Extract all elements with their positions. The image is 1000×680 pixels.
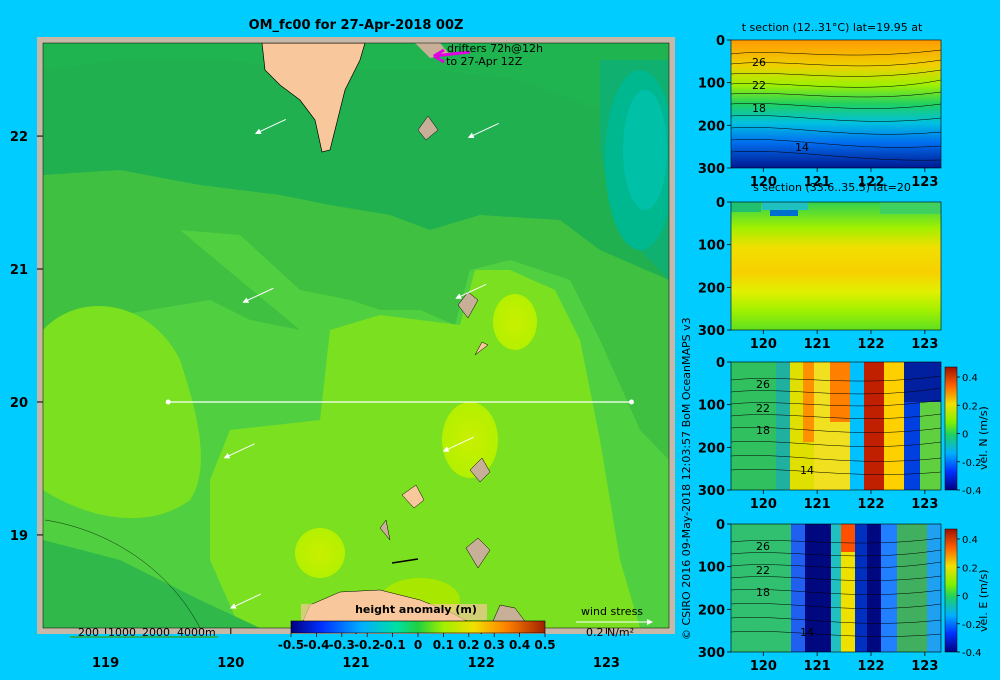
section-y-tick-label: 200 (698, 441, 725, 456)
e-contour-18: 18 (756, 586, 770, 599)
colorbar-tick-label: 0 (414, 638, 422, 652)
depth-2000: 2000 (142, 626, 170, 639)
section-x-tick-label: 123 (911, 497, 938, 512)
vel-e-label: vel. E (m/s) (977, 569, 990, 632)
section-y-tick-label: 300 (698, 646, 725, 661)
section-x-tick-label: 122 (857, 337, 884, 352)
t-section-panel: t section (12..31°C) lat=19.95 at 26 22 … (698, 21, 942, 190)
map-y-tick-label: 21 (10, 263, 28, 278)
section-x-tick-label: 120 (750, 659, 777, 674)
section-x-tick-label: 120 (750, 497, 777, 512)
t-contour-18: 18 (752, 102, 766, 115)
drifters-line1: drifters 72h@12h (447, 42, 543, 55)
section-x-tick-label: 121 (804, 659, 831, 674)
section-x-tick-label: 122 (857, 659, 884, 674)
section-x-tick-label: 123 (911, 337, 938, 352)
section-x-tick-label: 120 (750, 337, 777, 352)
credit-text: © CSIRO 2016 09-May-2018 12:03:57 BoM Oc… (680, 317, 693, 640)
colorbar-tick-label: -0.2 (354, 638, 380, 652)
wind-stress-scale: 0.2 N/m² (586, 626, 634, 639)
colorbar-tick-label: 0.5 (534, 638, 555, 652)
colorbar-label: height anomaly (m) (355, 603, 477, 616)
depth-1000: 1000 (108, 626, 136, 639)
section-y-tick-label: 0 (716, 356, 725, 371)
t-section-title: t section (12..31°C) lat=19.95 at (742, 21, 923, 34)
map-x-tick-label: 119 (92, 656, 119, 671)
section-y-tick-label: 100 (698, 77, 725, 92)
map-x-tick-label: 120 (217, 656, 244, 671)
vbar-tick-label: 0.4 (962, 535, 978, 546)
vbar-tick-label: -0.4 (962, 648, 982, 659)
map-y-tick-label: 19 (10, 529, 28, 544)
depth-legend: 200 1000 2000 4000m (70, 626, 218, 639)
section-y-tick-label: 100 (698, 561, 725, 576)
vel-n-label: vel. N (m/s) (977, 406, 990, 470)
colorbar-tick-label: -0.4 (303, 638, 329, 652)
vbar-tick-label: -0.4 (962, 486, 982, 497)
n-contour-14: 14 (800, 464, 814, 477)
vbar-tick-label: 0.4 (962, 373, 978, 384)
e-contour-26: 26 (756, 540, 770, 553)
n-contour-26: 26 (756, 378, 770, 391)
section-x-tick-label: 123 (911, 175, 938, 190)
section-y-tick-label: 100 (698, 399, 725, 414)
main-title: OM_fc00 for 27-Apr-2018 00Z (249, 18, 464, 33)
colorbar-tick-label: 0.2 (458, 638, 479, 652)
colorbar-tick-label: -0.1 (379, 638, 405, 652)
section-y-tick-label: 300 (698, 484, 725, 499)
section-x-tick-label: 122 (857, 497, 884, 512)
vel-n-panel: 26 22 18 14 120 121 122 123 0 100 200 300 0.4 0.… (698, 356, 990, 512)
colorbar-tick-label: 0.4 (509, 638, 530, 652)
map-x-tick-label: 122 (468, 656, 495, 671)
wind-stress-label: wind stress (581, 605, 643, 618)
colorbar-tick-label: -0.5 (278, 638, 304, 652)
drifters-line2: to 27-Apr 12Z (446, 55, 523, 68)
s-section-panel: s section (33.6..35.5) lat=20 120 121 122 1… (698, 181, 942, 352)
s-section-title: s section (33.6..35.5) lat=20 (753, 181, 911, 194)
section-y-tick-label: 200 (698, 281, 725, 296)
map-x-tick-label: 123 (593, 656, 620, 671)
vbar-tick-label: 0.2 (962, 401, 978, 412)
figure: OM_fc00 for 27-Apr-2018 00Z drifters 72h… (10, 18, 990, 674)
vbar-tick-label: 0 (962, 430, 968, 441)
section-y-tick-label: 0 (716, 518, 725, 533)
section-y-tick-label: 300 (698, 162, 725, 177)
main-map: drifters 72h@12h to 27-Apr 12Z 119 120 121… (10, 37, 675, 671)
e-contour-22: 22 (756, 564, 770, 577)
section-x-tick-label: 121 (804, 337, 831, 352)
section-y-tick-label: 0 (716, 196, 725, 211)
vbar-tick-label: 0 (962, 592, 968, 603)
vbar-tick-label: 0.2 (962, 563, 978, 574)
section-y-tick-label: 200 (698, 119, 725, 134)
section-y-tick-label: 0 (716, 34, 725, 49)
t-contour-14: 14 (795, 141, 809, 154)
section-y-tick-label: 100 (698, 239, 725, 254)
map-y-tick-label: 22 (10, 130, 28, 145)
section-y-tick-label: 300 (698, 324, 725, 339)
e-contour-14: 14 (800, 626, 814, 639)
n-contour-22: 22 (756, 402, 770, 415)
sea-level-field (43, 43, 669, 628)
t-contour-26: 26 (752, 56, 766, 69)
section-y-tick-label: 200 (698, 603, 725, 618)
depth-200: 200 (78, 626, 99, 639)
map-x-tick-label: 121 (342, 656, 369, 671)
colorbar-tick-label: 0.3 (484, 638, 505, 652)
section-x-tick-label: 123 (911, 659, 938, 674)
colorbar-tick-label: 0.1 (433, 638, 454, 652)
section-x-tick-label: 121 (804, 497, 831, 512)
depth-4000: 4000m (177, 626, 216, 639)
colorbar-tick-label: -0.3 (329, 638, 355, 652)
n-contour-18: 18 (756, 424, 770, 437)
vel-e-panel: 26 22 18 14 120 121 122 123 0 100 200 300 0.4 0.… (698, 518, 990, 674)
map-y-tick-label: 20 (10, 396, 28, 411)
t-contour-22: 22 (752, 79, 766, 92)
